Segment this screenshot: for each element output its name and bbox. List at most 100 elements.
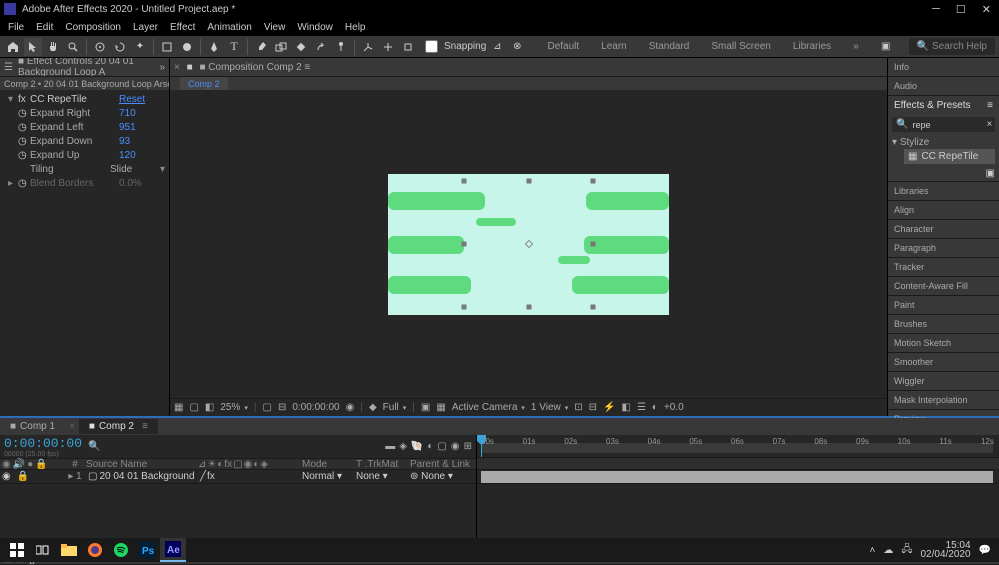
time-icon[interactable]: ⊟ <box>278 402 286 413</box>
snap-icon-1[interactable]: ⊿ <box>488 38 506 56</box>
home-button[interactable] <box>4 38 22 56</box>
fx-name-label[interactable]: CC RepeTile <box>30 94 119 105</box>
col-trkmat[interactable]: T .TrkMat <box>352 459 406 470</box>
menu-animation[interactable]: Animation <box>201 20 257 35</box>
panel-paint[interactable]: Paint <box>888 296 999 314</box>
menu-view[interactable]: View <box>258 20 292 35</box>
timeline-icon[interactable]: ◧ <box>622 402 631 413</box>
menu-help[interactable]: Help <box>339 20 372 35</box>
effect-item[interactable]: ▦CC RepeTile <box>904 149 995 164</box>
workspace-small-screen[interactable]: Small Screen <box>707 41 774 52</box>
snapshot-icon[interactable]: ◉ <box>346 402 355 413</box>
tl-icon-2[interactable]: ◈ <box>399 441 407 452</box>
selection-tool[interactable] <box>24 38 42 56</box>
exposure-reset-icon[interactable]: ◐ <box>652 402 658 413</box>
fx-twirl[interactable]: ▾ <box>8 94 18 105</box>
layer-lock-toggle[interactable]: 🔒 <box>17 471 29 482</box>
playhead[interactable] <box>481 435 482 457</box>
col-video-icon[interactable]: ◉ <box>2 459 11 470</box>
panel-audio[interactable]: Audio <box>888 77 999 95</box>
taskbar-spotify[interactable] <box>108 538 134 562</box>
close-button[interactable]: ✕ <box>982 3 991 16</box>
prop-blend-borders-value[interactable]: 0.0% <box>119 178 169 189</box>
puppet-tool[interactable] <box>332 38 350 56</box>
blend-twirl[interactable]: ▸ <box>8 178 18 189</box>
tray-network-icon[interactable]: 🖧 <box>901 542 912 559</box>
hand-tool[interactable] <box>44 38 62 56</box>
layer-twirl[interactable]: ▸ <box>68 471 73 482</box>
panel-effects-presets[interactable]: Effects & Presets≡ <box>888 96 999 115</box>
menu-layer[interactable]: Layer <box>127 20 164 35</box>
maximize-button[interactable]: ☐ <box>956 3 966 16</box>
comp-tab-active[interactable]: Comp 2 <box>180 77 228 91</box>
tray-chevron-icon[interactable]: ˄ <box>869 545 875 556</box>
clear-search-icon[interactable]: × <box>986 119 992 130</box>
mask-icon[interactable]: ▢ <box>189 402 198 413</box>
tl-icon-4[interactable]: ◐ <box>427 441 433 452</box>
workspace-reset-icon[interactable]: ▣ <box>877 38 895 56</box>
sw-adjust-icon[interactable]: ◐ <box>253 459 259 470</box>
dropdown-icon[interactable]: ▾ <box>160 164 165 175</box>
stopwatch-icon[interactable]: ◷ <box>18 108 28 119</box>
composition-viewer[interactable] <box>170 90 887 398</box>
eraser-tool[interactable] <box>292 38 310 56</box>
panel-libraries[interactable]: Libraries <box>888 182 999 200</box>
taskbar-photoshop[interactable]: Ps <box>134 538 160 562</box>
anchor-point-icon[interactable] <box>524 240 532 248</box>
menu-file[interactable]: File <box>2 20 30 35</box>
sw-quality-icon[interactable]: ◐ <box>217 459 223 470</box>
system-clock[interactable]: 15:04 02/04/2020 <box>920 541 970 559</box>
graph-editor-icon[interactable]: ⊞ <box>464 441 472 452</box>
camera-dropdown[interactable]: Active Camera <box>452 402 525 413</box>
panel-motion-sketch[interactable]: Motion Sketch <box>888 334 999 352</box>
col-lock-icon[interactable]: 🔒 <box>35 459 47 470</box>
preview-time[interactable]: 0:00:00:00 <box>292 402 339 413</box>
pixel-ar-icon[interactable]: ⊟ <box>589 402 597 413</box>
effects-search[interactable]: 🔍 × <box>892 117 995 132</box>
workspace-standard[interactable]: Standard <box>645 41 694 52</box>
roi-icon[interactable]: ▣ <box>421 402 430 413</box>
clone-tool[interactable] <box>272 38 290 56</box>
layer-mode-dropdown[interactable]: Normal <box>302 471 334 482</box>
motion-blur-icon[interactable]: ◉ <box>451 441 460 452</box>
brush-tool[interactable] <box>252 38 270 56</box>
effects-category[interactable]: ▾ Stylize <box>892 136 995 149</box>
col-mode[interactable]: Mode <box>298 459 352 470</box>
world-axis-button[interactable] <box>379 38 397 56</box>
fx-reset-button[interactable]: Reset <box>119 94 169 105</box>
col-audio-icon[interactable]: 🔊 <box>13 459 25 470</box>
panel-brushes[interactable]: Brushes <box>888 315 999 333</box>
grid-icon[interactable]: ▦ <box>436 402 445 413</box>
start-button[interactable] <box>4 538 30 562</box>
menu-edit[interactable]: Edit <box>30 20 59 35</box>
tray-onedrive-icon[interactable]: ☁ <box>883 545 893 556</box>
sw-fx-icon[interactable]: fx <box>224 459 232 470</box>
workspace-libraries[interactable]: Libraries <box>789 41 835 52</box>
taskbar-firefox[interactable] <box>82 538 108 562</box>
panel-mask-interp[interactable]: Mask Interpolation <box>888 391 999 409</box>
roto-tool[interactable] <box>312 38 330 56</box>
timeline-layer-row[interactable]: ◉ 🔒 ▸ 1 ▢20 04 01 Background Loop Arseab… <box>0 470 476 484</box>
rotation-tool[interactable] <box>111 38 129 56</box>
workspace-overflow[interactable]: » <box>849 41 863 52</box>
rectangle-tool[interactable] <box>158 38 176 56</box>
panel-overflow[interactable]: » <box>159 62 165 73</box>
workspace-default[interactable]: Default <box>543 41 583 52</box>
help-search[interactable]: 🔍 Search Help <box>909 38 995 55</box>
task-view-button[interactable] <box>30 538 56 562</box>
exposure-value[interactable]: +0.0 <box>664 402 684 413</box>
minimize-button[interactable]: ─ <box>932 3 940 16</box>
panel-content-aware[interactable]: Content-Aware Fill <box>888 277 999 295</box>
orbit-tool[interactable] <box>91 38 109 56</box>
panel-align[interactable]: Align <box>888 201 999 219</box>
snapping-checkbox[interactable] <box>425 40 438 53</box>
prop-expand-down-value[interactable]: 93 <box>119 136 169 147</box>
zoom-tool[interactable] <box>64 38 82 56</box>
panel-tracker[interactable]: Tracker <box>888 258 999 276</box>
panel-character[interactable]: Character <box>888 220 999 238</box>
prop-tiling-value[interactable]: Slide <box>110 164 160 175</box>
view-axis-button[interactable] <box>399 38 417 56</box>
toggle-icon[interactable]: ◧ <box>205 402 214 413</box>
resolution-dropdown[interactable]: Full <box>383 402 407 413</box>
sw-shy-icon[interactable]: ⊿ <box>198 459 206 470</box>
